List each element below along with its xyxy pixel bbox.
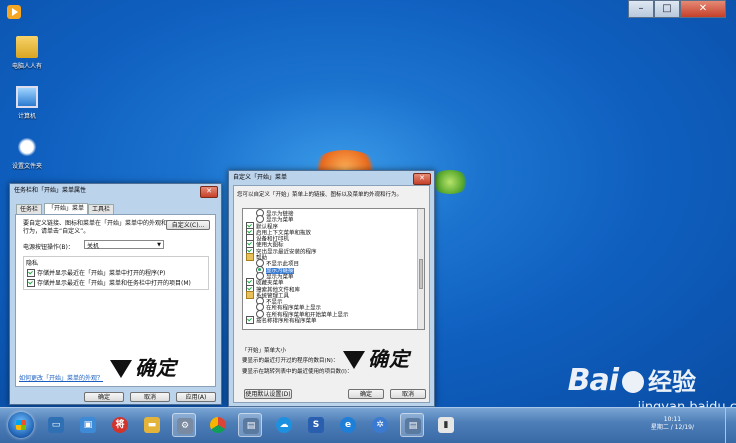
down-arrow-icon (343, 351, 365, 369)
folder-icon (246, 253, 254, 262)
taskbar-folder[interactable]: ▬ (140, 413, 164, 437)
cancel-button[interactable]: 取消 (390, 389, 426, 399)
cancel-button[interactable]: 取消 (130, 392, 170, 402)
network-icon: ✲ (372, 417, 388, 433)
taskbar-s-app[interactable]: S (304, 413, 328, 437)
app-red-icon: 将 (112, 417, 128, 433)
close-icon[interactable]: ✕ (200, 186, 218, 198)
user-folder-icon (16, 36, 38, 58)
app-icon[interactable] (7, 5, 21, 19)
minimize-button[interactable]: – (628, 0, 654, 18)
privacy-item-items[interactable]: 存储并显示最近在「开始」菜单和任务栏中打开的项目(M) (27, 278, 191, 288)
wallpaper-leaf (430, 170, 470, 194)
taskbar-chrome[interactable] (206, 413, 230, 437)
maximize-button[interactable]: □ (654, 0, 680, 18)
annotation-confirm-right: 确定 (343, 343, 410, 372)
recent-programs-label: 要显示的最近打开过的程序的数目(N)： (242, 358, 339, 364)
power-button-select[interactable]: 关机 ▼ (84, 240, 164, 250)
help-link[interactable]: 如何更改「开始」菜单的外观？ (19, 373, 103, 382)
folder-icon: ▭ (48, 417, 64, 433)
taskbar-window-2[interactable]: ▤ (400, 413, 424, 437)
clock-time: 10:11 (663, 416, 682, 423)
watermark-brand-cn: 经验 (648, 368, 696, 396)
folder-icon (246, 290, 254, 299)
tab-taskbar[interactable]: 任务栏 (16, 204, 43, 214)
taskbar-ie[interactable]: e (336, 413, 360, 437)
chrome-icon (210, 417, 226, 433)
desktop-icon-computer[interactable]: 计算机 (0, 86, 57, 120)
taskbar-explorer[interactable]: ▭ (44, 413, 68, 437)
size-title: 「开始」菜单大小 (242, 348, 287, 354)
desktop-icon-label: 电脑人人有 (11, 63, 42, 70)
app-title-bar: – □ ✕ (0, 0, 736, 22)
scrollbar[interactable] (417, 209, 424, 329)
ie-icon: e (340, 417, 356, 433)
desktop-icon-user[interactable]: 电脑人人有 (0, 36, 57, 70)
folder-icon: ▬ (144, 417, 160, 433)
chevron-down-icon: ▼ (157, 242, 161, 248)
list-item-label: 按名称排序所有程序菜单 (256, 318, 317, 325)
taskbar-app-red[interactable]: 将 (108, 413, 132, 437)
notepad-icon: ▮ (438, 417, 454, 433)
customize-description: 您可以自定义「开始」菜单上的链接、图标以及菜单的外观和行为。 (237, 192, 403, 198)
checkbox-icon (246, 316, 254, 325)
checkbox-icon (27, 268, 35, 277)
taskbar-notepad[interactable]: ▮ (434, 413, 458, 437)
start-button[interactable] (8, 412, 34, 438)
watermark-brand: Bai (567, 363, 619, 398)
taskbar-control-panel[interactable]: ▣ (76, 413, 100, 437)
control-panel-icon: ▣ (80, 417, 96, 433)
desktop-icon-label: 设置文件夹 (11, 163, 42, 170)
desktop-icon-cougar[interactable]: 设置文件夹 (0, 136, 57, 170)
radio-icon (256, 309, 264, 318)
window-title: 自定义「开始」菜单 ✕ (229, 171, 434, 185)
paw-icon (622, 371, 644, 393)
close-icon[interactable]: ✕ (413, 173, 431, 185)
privacy-item-programs[interactable]: 存储并显示最近在「开始」菜单中打开的程序(P) (27, 268, 165, 278)
power-button-label: 电源按钮操作(B)： (23, 244, 74, 251)
privacy-group: 隐私 存储并显示最近在「开始」菜单中打开的程序(P) 存储并显示最近在「开始」菜… (23, 256, 209, 290)
radio-icon (256, 271, 264, 280)
annotation-confirm-left: 确定 (110, 352, 177, 381)
ok-button[interactable]: 确定 (84, 392, 124, 402)
apply-button[interactable]: 应用(A) (176, 392, 216, 402)
window-title: 任务栏和「开始」菜单属性 ✕ (10, 184, 221, 198)
options-list[interactable]: 显示为链接 显示为菜单 默认程序 启用上下文菜单和拖放 设备和打印机 使用大图标 突出显示最… (242, 208, 425, 330)
show-desktop-button[interactable] (725, 408, 736, 443)
recent-items-label: 要显示在跳转列表中的最近使用的项目数(I)： (242, 369, 353, 375)
start-menu-description: 要自定义链接、图标和菜单在「开始」菜单中的外观和行为，请单击“自定义”。 (23, 220, 168, 235)
taskbar-clock[interactable]: 10:11 星期二 / 12/19/ (651, 416, 694, 432)
clock-date: 星期二 / 12/19/ (650, 424, 694, 431)
down-arrow-icon (110, 360, 132, 378)
privacy-title: 隐私 (26, 260, 39, 267)
desktop: – □ ✕ 电脑人人有 计算机 设置文件夹 任务栏和「开始」菜单属性 ✕ 任务栏 … (0, 0, 736, 407)
cougar-icon (16, 136, 38, 158)
settings-icon: ⚙ (177, 418, 193, 434)
taskbar-window[interactable]: ▤ (238, 413, 262, 437)
tab-start-menu[interactable]: 「开始」菜单 (44, 203, 89, 214)
desktop-icon-label: 计算机 (17, 113, 36, 120)
ok-button[interactable]: 确定 (348, 389, 384, 399)
taskbar-settings[interactable]: ⚙ (172, 413, 196, 437)
tab-toolbars[interactable]: 工具栏 (88, 204, 115, 214)
checkbox-icon (27, 278, 35, 287)
scrollbar-thumb[interactable] (419, 259, 423, 289)
s-app-icon: S (308, 417, 324, 433)
taskbar-network[interactable]: ✲ (368, 413, 392, 437)
customize-button[interactable]: 自定义(C)... (166, 220, 210, 230)
close-button[interactable]: ✕ (680, 0, 726, 18)
cloud-icon: ☁ (276, 417, 292, 433)
window-icon: ▤ (405, 418, 421, 434)
baidu-watermark: Bai经验 jingyan.baidu.com (567, 362, 736, 415)
computer-icon (16, 86, 38, 108)
use-defaults-button[interactable]: 使用默认设置(D) (244, 389, 292, 399)
taskbar-cloud[interactable]: ☁ (272, 413, 296, 437)
window-icon: ▤ (243, 418, 259, 434)
taskbar: ▭ ▣ 将 ▬ ⚙ ▤ ☁ S e ✲ ▤ ▮ 10:11 星期二 / 12/1… (0, 407, 736, 443)
